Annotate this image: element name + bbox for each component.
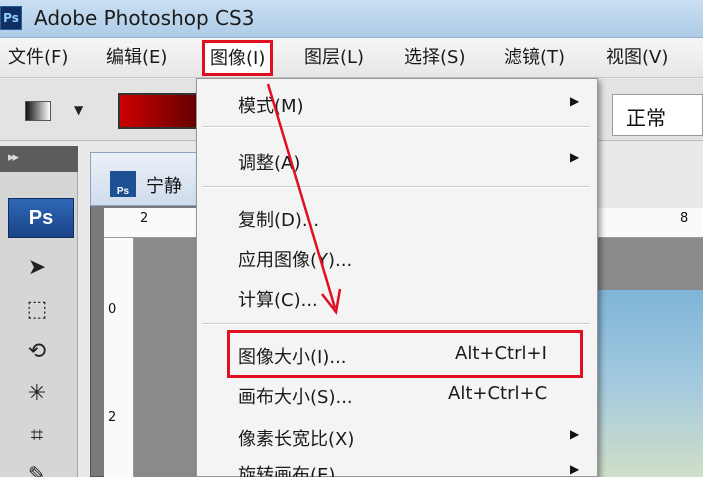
menu-file[interactable]: 文件(F): [8, 44, 68, 72]
menu-separator: [202, 126, 590, 128]
canvas-image[interactable]: [598, 290, 703, 477]
lasso-tool-icon[interactable]: ⟲: [20, 334, 54, 368]
document-name: 宁静: [146, 176, 182, 197]
menu-image[interactable]: 图像(I): [202, 40, 274, 76]
submenu-arrow-icon: ▶: [570, 462, 580, 476]
ruler-top-label: 8: [680, 211, 689, 226]
menu-item-duplicate[interactable]: 复制(D)...: [238, 206, 319, 232]
menu-bar: 文件(F) 编辑(E) 图像(I) 图层(L) 选择(S) 滤镜(T) 视图(V…: [0, 38, 703, 78]
menu-item-calculations[interactable]: 计算(C)...: [238, 286, 318, 312]
menu-edit[interactable]: 编辑(E): [106, 44, 167, 72]
move-tool-icon[interactable]: ➤: [20, 250, 54, 284]
submenu-arrow-icon: ▶: [570, 150, 580, 164]
submenu-arrow-icon: ▶: [570, 94, 580, 108]
marquee-tool-icon[interactable]: ⬚: [20, 292, 54, 326]
image-menu-dropdown: [196, 78, 598, 477]
shortcut-canvas-size: Alt+Ctrl+C: [448, 383, 548, 404]
menu-item-adjustments[interactable]: 调整(A): [238, 149, 300, 175]
menu-item-pixel-aspect-ratio[interactable]: 像素长宽比(X): [238, 425, 354, 451]
menu-separator: [202, 186, 590, 188]
menu-filter[interactable]: 滤镜(T): [504, 44, 565, 72]
menu-item-mode[interactable]: 模式(M): [238, 92, 304, 118]
menu-layer[interactable]: 图层(L): [304, 44, 364, 72]
menu-item-rotate-canvas[interactable]: 旋转画布(E): [238, 461, 335, 477]
gradient-tool-preview-icon[interactable]: [25, 101, 51, 121]
menu-separator: [202, 323, 590, 325]
collapse-icon[interactable]: ▸▸: [8, 150, 19, 165]
menu-item-canvas-size[interactable]: 画布大小(S)...: [238, 383, 353, 409]
menu-view[interactable]: 视图(V): [606, 44, 668, 72]
crop-tool-icon[interactable]: ⌗: [20, 418, 54, 452]
annotation-highlight-box: [227, 330, 583, 378]
gradient-swatch[interactable]: [118, 93, 208, 129]
ruler-left-label: 0: [108, 302, 117, 317]
slice-tool-icon[interactable]: ✎: [20, 458, 54, 477]
menu-item-apply-image[interactable]: 应用图像(Y)...: [238, 246, 352, 272]
toolbox-ps-badge[interactable]: Ps: [8, 198, 74, 238]
menu-select[interactable]: 选择(S): [404, 44, 465, 72]
tool-preset-dropdown-arrow-icon[interactable]: ▼: [74, 103, 83, 117]
document-ps-icon: Ps: [110, 171, 136, 197]
ruler-vertical: [104, 238, 134, 477]
ruler-top-label: 2: [140, 211, 149, 226]
window-title: Adobe Photoshop CS3: [34, 6, 255, 30]
photoshop-logo-icon: Ps: [0, 6, 22, 30]
magic-wand-tool-icon[interactable]: ✳: [20, 376, 54, 410]
submenu-arrow-icon: ▶: [570, 427, 580, 441]
ruler-left-label: 2: [108, 410, 117, 425]
blend-mode-value: 正常: [626, 106, 666, 130]
